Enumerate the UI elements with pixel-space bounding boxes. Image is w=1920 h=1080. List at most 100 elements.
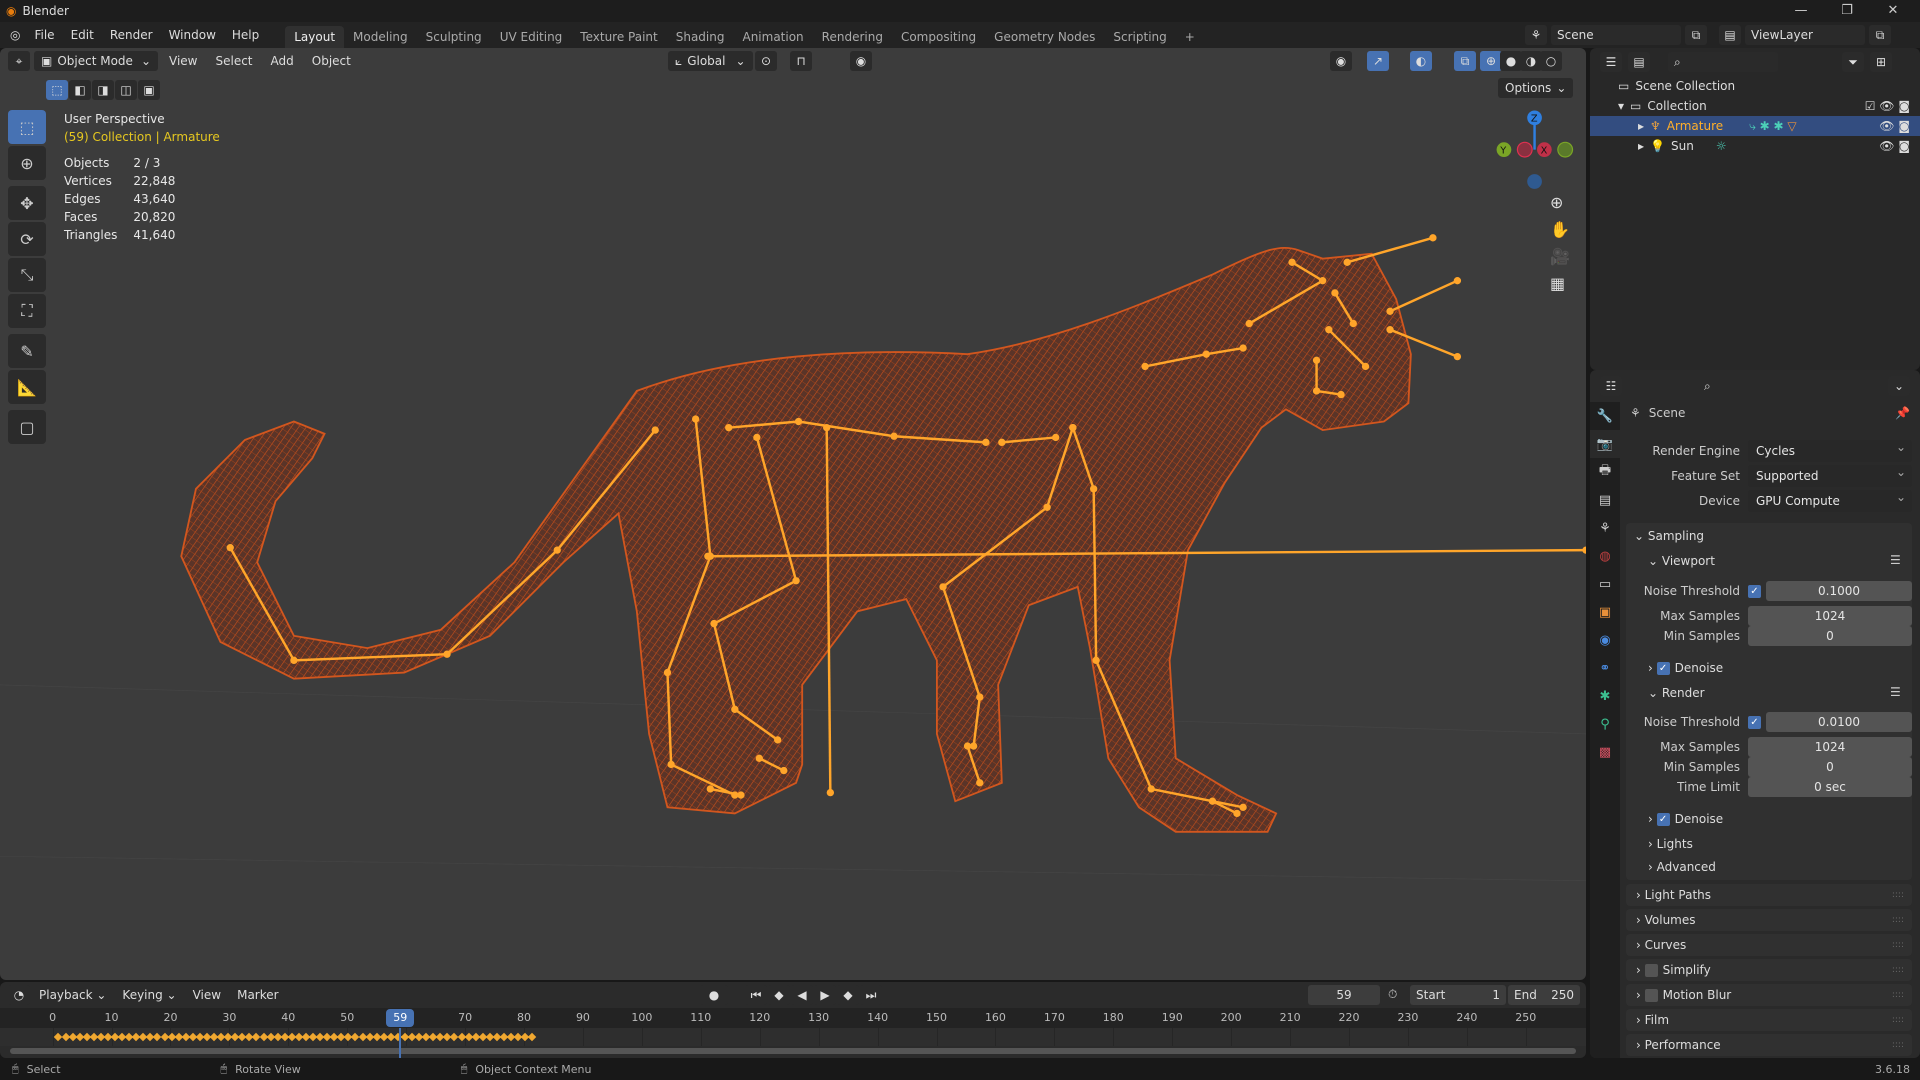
shading-rendered-icon[interactable]: ○	[1540, 51, 1562, 71]
keying-menu[interactable]: Keying ⌄	[115, 985, 183, 1005]
drag-grip-icon[interactable]: ::::	[1892, 1015, 1904, 1025]
cursor-tool-icon[interactable]: ⊕	[8, 146, 46, 180]
gizmo-z-label[interactable]: Z	[1531, 113, 1538, 124]
current-frame-field[interactable]: 59	[1308, 985, 1380, 1005]
view-layer-filter-icon[interactable]: ▤	[1628, 52, 1650, 72]
device-dropdown[interactable]: GPU Compute	[1748, 486, 1912, 512]
viewport-max-samples-field[interactable]: 1024	[1748, 606, 1912, 626]
end-frame-field[interactable]: End 250	[1508, 985, 1580, 1005]
pivot-icon[interactable]: ⊙	[755, 51, 777, 71]
playback-menu[interactable]: Playback ⌄	[32, 985, 113, 1005]
panel-curves[interactable]: › Curves::::	[1626, 934, 1912, 956]
maximize-button[interactable]: ❐	[1824, 0, 1870, 22]
sun-visibility-toggles[interactable]: 👁 ◙	[1879, 139, 1910, 153]
select-box-tool-icon[interactable]: ⬚	[8, 110, 46, 144]
timeline-editor-type-icon[interactable]: ◔	[8, 985, 30, 1005]
cat-mesh-wireframe[interactable]	[180, 247, 1412, 833]
panel-checkbox[interactable]	[1644, 963, 1658, 977]
move-tool-icon[interactable]: ✥	[8, 186, 46, 220]
physics-tab-icon[interactable]: ◉	[1590, 626, 1620, 654]
feature-set-dropdown[interactable]: Supported	[1748, 461, 1912, 487]
outliner-search-input[interactable]: ⌕	[1668, 52, 1778, 72]
select-subtract-icon[interactable]: ◨	[92, 80, 114, 100]
render-noise-checkbox[interactable]: ✓	[1748, 715, 1761, 729]
collection-tab-icon[interactable]: ▭	[1590, 570, 1620, 598]
gizmo-toggle-icon[interactable]: ↗	[1367, 51, 1389, 71]
outliner-item-armature[interactable]: ▸ ♆ Armature ⤷ ✱ ✱ ▽ 👁 ◙	[1590, 116, 1920, 136]
workspace-tab-sculpting[interactable]: Sculpting	[417, 26, 491, 48]
jump-start-icon[interactable]: ⏮	[745, 985, 767, 1005]
timeline-view-menu[interactable]: View	[186, 985, 228, 1005]
render-engine-dropdown[interactable]: Cycles	[1748, 436, 1912, 462]
panel-film[interactable]: › Film::::	[1626, 1009, 1912, 1031]
camera-view-icon[interactable]: 🎥	[1550, 247, 1570, 266]
start-frame-field[interactable]: Start 1	[1410, 985, 1506, 1005]
filter-icon[interactable]: ⏷	[1842, 52, 1864, 72]
keyframe-track[interactable]	[0, 1028, 1586, 1046]
panel-motion-blur[interactable]: › Motion Blur::::	[1626, 984, 1912, 1006]
marker-menu[interactable]: Marker	[230, 985, 285, 1005]
add-cube-tool-icon[interactable]: ▢	[8, 410, 46, 444]
armature-visibility-toggles[interactable]: 👁 ◙	[1879, 119, 1910, 133]
measure-tool-icon[interactable]: 📐	[8, 370, 46, 404]
render-min-samples-field[interactable]: 0	[1748, 757, 1912, 777]
blender-menu-icon[interactable]: ◎	[10, 28, 20, 42]
menu-select[interactable]: Select	[208, 51, 259, 71]
presets-list-icon[interactable]: ☰	[1890, 685, 1901, 699]
expand-arrow-icon[interactable]: ▾	[1618, 99, 1624, 113]
next-keyframe-icon[interactable]: ◆	[837, 985, 859, 1005]
workspace-tab-rendering[interactable]: Rendering	[813, 26, 892, 48]
texture-tab-icon[interactable]: ▩	[1590, 738, 1620, 766]
panel-volumes[interactable]: › Volumes::::	[1626, 909, 1912, 931]
rotate-tool-icon[interactable]: ⟳	[8, 222, 46, 256]
workspace-tab-texture-paint[interactable]: Texture Paint	[571, 26, 666, 48]
menu-help[interactable]: Help	[224, 28, 267, 42]
outliner-scene-collection[interactable]: ▭ Scene Collection	[1590, 76, 1920, 96]
ortho-grid-icon[interactable]: ▦	[1550, 274, 1570, 293]
advanced-subpanel[interactable]: › Advanced	[1648, 856, 1716, 878]
expand-arrow-icon[interactable]: ▸	[1638, 119, 1644, 133]
playhead[interactable]	[399, 1028, 402, 1058]
drag-grip-icon[interactable]: ::::	[1892, 990, 1904, 1000]
new-scene-icon[interactable]: ⧉	[1685, 25, 1707, 45]
bone[interactable]	[1346, 236, 1434, 264]
panel-checkbox[interactable]	[1644, 988, 1658, 1002]
display-mode-icon[interactable]: ☰	[1600, 52, 1622, 72]
lights-subpanel[interactable]: › Lights	[1648, 833, 1693, 855]
scene-name-field[interactable]: Scene	[1551, 25, 1681, 45]
time-limit-field[interactable]: 0 sec	[1748, 777, 1912, 797]
menu-object[interactable]: Object	[305, 51, 358, 71]
jump-end-icon[interactable]: ⏭	[860, 985, 882, 1005]
drag-grip-icon[interactable]: ::::	[1892, 965, 1904, 975]
workspace-tab-uv-editing[interactable]: UV Editing	[491, 26, 572, 48]
menu-render[interactable]: Render	[102, 28, 161, 42]
editor-type-icon[interactable]: ⌖	[8, 51, 30, 71]
render-max-samples-field[interactable]: 1024	[1748, 737, 1912, 757]
scene-icon[interactable]: ⚘	[1525, 25, 1547, 45]
3d-viewport[interactable]: Z Y X ⌖ ▣ Object Mode ⌄ View Select Add Ob…	[0, 48, 1586, 980]
minimize-button[interactable]: —	[1778, 0, 1824, 22]
outliner-item-sun[interactable]: ▸ 💡 Sun ☼ 👁 ◙	[1590, 136, 1920, 156]
new-collection-icon[interactable]: ⊞	[1870, 52, 1892, 72]
output-tab-icon[interactable]: 🖶	[1590, 458, 1620, 486]
menu-file[interactable]: File	[26, 28, 62, 42]
gizmo-x-label[interactable]: X	[1541, 145, 1548, 156]
prev-keyframe-icon[interactable]: ◆	[768, 985, 790, 1005]
menu-window[interactable]: Window	[161, 28, 224, 42]
shading-solid-icon[interactable]: ●	[1500, 51, 1522, 71]
select-invert-icon[interactable]: ◫	[115, 80, 137, 100]
select-new-icon[interactable]: ⬚	[46, 80, 68, 100]
panel-performance[interactable]: › Performance::::	[1626, 1034, 1912, 1056]
mode-dropdown[interactable]: ▣ Object Mode ⌄	[34, 51, 158, 71]
preview-range-icon[interactable]: ⏱	[1388, 987, 1397, 1002]
viewport-noise-checkbox[interactable]: ✓	[1748, 584, 1761, 598]
play-reverse-icon[interactable]: ◀	[791, 985, 813, 1005]
shading-wireframe-icon[interactable]: ⊕	[1480, 51, 1502, 71]
pan-hand-icon[interactable]: ✋	[1550, 220, 1570, 239]
view-layer-icon[interactable]: ▤	[1719, 25, 1741, 45]
zoom-icon[interactable]: ⊕	[1550, 193, 1570, 212]
presets-list-icon[interactable]: ☰	[1890, 553, 1901, 567]
scene-tab-icon[interactable]: ⚘	[1590, 514, 1620, 542]
keyframe-diamond[interactable]	[528, 1032, 537, 1042]
menu-edit[interactable]: Edit	[63, 28, 102, 42]
